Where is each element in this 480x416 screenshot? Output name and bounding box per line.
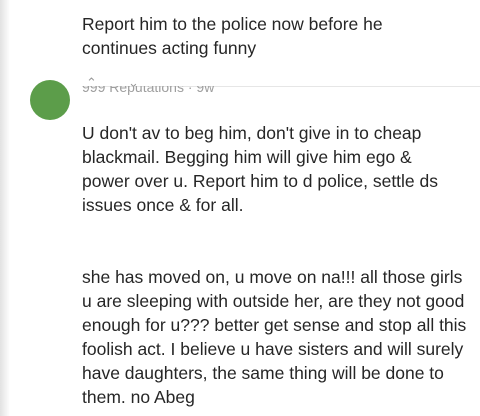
author-name[interactable]: 999 Reputations · 9w (82, 86, 214, 95)
comment-line: foolish act. I believe u have sisters an… (82, 339, 464, 359)
page-edge-shadow (0, 0, 10, 416)
comment-text: U don't av to beg him, don't give in to … (82, 121, 474, 217)
comment-line: them. no Abeg (82, 387, 195, 407)
comment-line: U don't av to beg him, don't give in to … (82, 123, 422, 143)
comment-line: issues once & for all. (82, 195, 244, 215)
vote-actions: ⌃ ⌄ (82, 70, 232, 87)
comment-line: she has moved on, u move on na!!! all th… (82, 267, 463, 287)
avatar[interactable] (30, 80, 70, 120)
comment-line: power over u. Report him to d police, se… (82, 171, 439, 191)
comment-text: Report him to the police now before he c… (82, 12, 474, 60)
arrow-up-icon[interactable]: ⌃ (86, 76, 100, 87)
arrow-down-icon[interactable]: ⌄ (128, 76, 142, 87)
comment-line: Report him to the police now before he (82, 14, 383, 34)
comment-line: have daughters, the same thing will be d… (82, 363, 444, 383)
comment-line: u are sleeping with outside her, are the… (82, 291, 465, 311)
comment-line: continues acting funny (82, 38, 257, 58)
comment-text: she has moved on, u move on na!!! all th… (82, 265, 474, 409)
comment-author-meta: 999 Reputations · 9w (82, 86, 282, 100)
comment-line: blackmail. Begging him will give him ego… (82, 147, 412, 167)
comment-line: enough for u??? better get sense and sto… (82, 315, 467, 335)
